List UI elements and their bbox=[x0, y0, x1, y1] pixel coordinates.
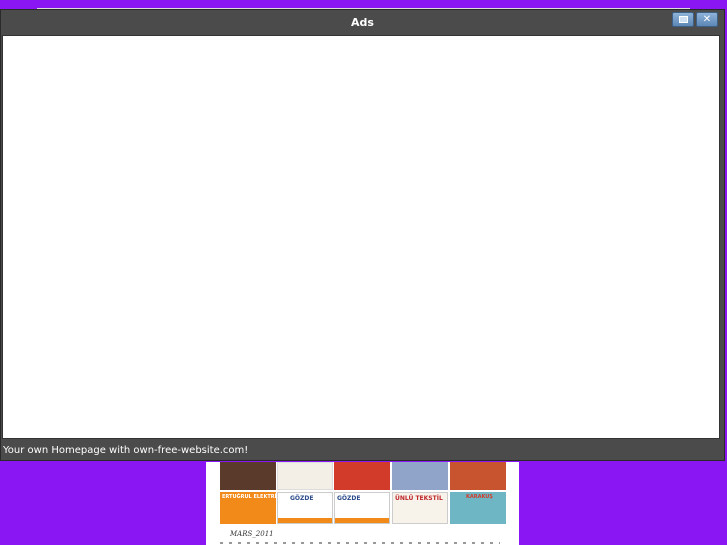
page-stamp: MARS_2011 bbox=[230, 530, 274, 538]
ad-thumbnail[interactable] bbox=[277, 462, 333, 490]
maximize-button[interactable] bbox=[672, 12, 694, 27]
ads-modal: Ads ✕ Your own Homepage with own-free-we… bbox=[0, 9, 725, 461]
ad-thumbnail[interactable] bbox=[220, 462, 276, 490]
window-controls: ✕ bbox=[672, 12, 718, 27]
ad-thumbnail[interactable]: ERTUĞRUL ELEKTRİK bbox=[220, 492, 280, 524]
ad-thumbnail[interactable] bbox=[334, 462, 390, 490]
ad-label: ERTUĞRUL ELEKTRİK bbox=[222, 494, 281, 500]
ad-thumbnail[interactable]: KARAKUŞ bbox=[450, 492, 506, 524]
modal-footer-text[interactable]: Your own Homepage with own-free-website.… bbox=[3, 445, 248, 456]
modal-titlebar[interactable]: Ads ✕ bbox=[1, 10, 724, 34]
ad-thumbnail[interactable]: GÖZDE bbox=[334, 492, 390, 524]
ad-content-frame[interactable] bbox=[2, 35, 720, 439]
ad-thumbnail[interactable]: GÖZDE bbox=[277, 492, 333, 524]
ad-thumbnail[interactable]: ÜNLÜ TEKSTİL bbox=[392, 492, 448, 524]
modal-title: Ads bbox=[351, 16, 374, 29]
ad-thumbnail[interactable] bbox=[450, 462, 506, 490]
ad-label: GÖZDE bbox=[337, 495, 361, 502]
ad-label: ÜNLÜ TEKSTİL bbox=[395, 495, 443, 502]
maximize-icon bbox=[678, 16, 688, 23]
ad-thumbnails-grid: ERTUĞRUL ELEKTRİK GÖZDE GÖZDE ÜNLÜ TEKST… bbox=[220, 462, 506, 524]
close-icon: ✕ bbox=[702, 13, 712, 25]
ad-label: GÖZDE bbox=[290, 495, 314, 502]
background-page-content: ERTUĞRUL ELEKTRİK GÖZDE GÖZDE ÜNLÜ TEKST… bbox=[206, 462, 519, 545]
ad-thumbnail[interactable] bbox=[392, 462, 448, 490]
close-button[interactable]: ✕ bbox=[696, 12, 718, 27]
ad-label: KARAKUŞ bbox=[466, 494, 493, 500]
dotted-divider bbox=[220, 542, 500, 544]
